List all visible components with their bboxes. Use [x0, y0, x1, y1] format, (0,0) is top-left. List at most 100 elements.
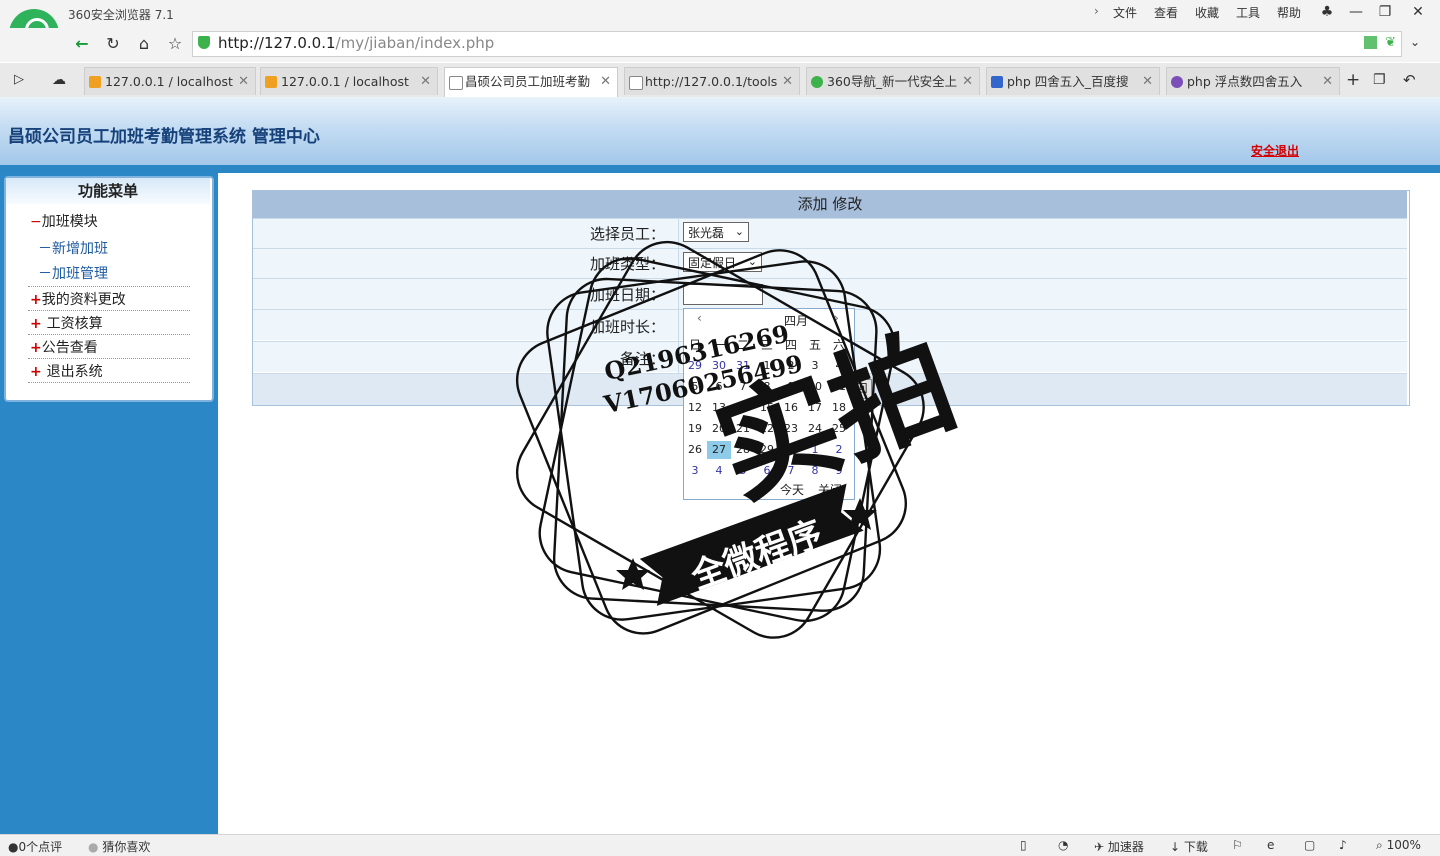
- address-dropdown-icon[interactable]: ⌄: [1410, 35, 1420, 49]
- tab-close-icon[interactable]: ✕: [962, 68, 973, 95]
- tab-tools[interactable]: http://127.0.0.1/tools ✕: [624, 67, 800, 95]
- qrcode-icon[interactable]: [1364, 36, 1377, 49]
- sound-icon[interactable]: ♪: [1339, 838, 1347, 852]
- chevron-right-icon[interactable]: ›: [1094, 4, 1099, 18]
- calendar-day[interactable]: 20: [707, 420, 731, 438]
- calendar-day[interactable]: 29: [755, 441, 779, 459]
- menu-group-jiaban[interactable]: −加班模块: [30, 211, 98, 231]
- calendar-day[interactable]: 7: [731, 378, 755, 396]
- calendar-day[interactable]: 3: [683, 462, 707, 480]
- menu-file[interactable]: 文件: [1113, 4, 1137, 21]
- calendar-day[interactable]: 24: [803, 420, 827, 438]
- overtime-type-select[interactable]: 固定假日 ⌄: [683, 252, 762, 272]
- calendar-day[interactable]: 13: [707, 399, 731, 417]
- calendar-day[interactable]: 9: [827, 462, 851, 480]
- calendar-day[interactable]: 28: [731, 441, 755, 459]
- calendar-day[interactable]: 4: [707, 462, 731, 480]
- restore-icon[interactable]: ❐: [1374, 2, 1396, 22]
- back-icon[interactable]: ←: [71, 33, 93, 55]
- undo-close-icon[interactable]: ↶: [1403, 71, 1416, 89]
- new-tab-icon[interactable]: +: [1346, 70, 1360, 90]
- calendar-today-button[interactable]: 今天: [780, 481, 804, 498]
- download-button[interactable]: ↓ 下载: [1170, 838, 1208, 855]
- calendar-day[interactable]: 9: [779, 378, 803, 396]
- calendar-day[interactable]: 7: [779, 462, 803, 480]
- calendar-day[interactable]: 1: [803, 441, 827, 459]
- calendar-day[interactable]: 26: [683, 441, 707, 459]
- skin-icon[interactable]: ♣: [1316, 2, 1338, 22]
- security-shield-icon[interactable]: [198, 36, 210, 49]
- calendar-day[interactable]: 22: [755, 420, 779, 438]
- guess-you-like[interactable]: ● 猜你喜欢: [88, 838, 150, 855]
- calendar-day[interactable]: 12: [683, 399, 707, 417]
- tab-close-icon[interactable]: ✕: [238, 68, 249, 95]
- calendar-day[interactable]: 5: [731, 462, 755, 480]
- logout-link[interactable]: 安全退出: [1251, 142, 1299, 159]
- calendar-day[interactable]: 2: [779, 357, 803, 375]
- calendar-day[interactable]: 3: [803, 357, 827, 375]
- calendar-day[interactable]: 19: [683, 420, 707, 438]
- calendar-day[interactable]: 6: [755, 462, 779, 480]
- close-window-icon[interactable]: ✕: [1407, 2, 1429, 22]
- tab-close-icon[interactable]: ✕: [782, 68, 793, 95]
- return-button[interactable]: 回: [852, 379, 872, 399]
- calendar-day[interactable]: 10: [803, 378, 827, 396]
- menu-tools[interactable]: 工具: [1236, 4, 1260, 21]
- tab-php-float[interactable]: php 浮点数四舍五入 ✕: [1166, 67, 1340, 95]
- employee-select[interactable]: 张光磊 ⌄: [683, 222, 749, 242]
- calendar-day[interactable]: 30: [707, 357, 731, 375]
- overtime-date-input[interactable]: [683, 284, 763, 305]
- zoom-control[interactable]: ⌕ 100%: [1376, 838, 1421, 853]
- menu-item-add-jiaban[interactable]: －新增加班: [38, 238, 108, 258]
- calendar-day[interactable]: 2: [827, 441, 851, 459]
- calendar-day[interactable]: 29: [683, 357, 707, 375]
- menu-help[interactable]: 帮助: [1277, 4, 1301, 21]
- tab-baidu-search[interactable]: php 四舍五入_百度搜 ✕: [986, 67, 1160, 95]
- calendar-day[interactable]: 18: [827, 399, 851, 417]
- menu-favorites[interactable]: 收藏: [1195, 4, 1219, 21]
- home-icon[interactable]: ⌂: [133, 33, 155, 55]
- tab-phpmyadmin-2[interactable]: 127.0.0.1 / localhost ✕: [260, 67, 438, 95]
- menu-view[interactable]: 查看: [1154, 4, 1178, 21]
- tab-close-icon[interactable]: ✕: [1142, 68, 1153, 95]
- calendar-day[interactable]: 17: [803, 399, 827, 417]
- comments-status[interactable]: ●0个点评: [8, 838, 62, 855]
- next-month-icon[interactable]: ›: [834, 311, 839, 325]
- tab-close-icon[interactable]: ✕: [420, 68, 431, 95]
- calendar-day[interactable]: 4: [827, 357, 851, 375]
- calendar-day[interactable]: 8: [803, 462, 827, 480]
- calendar-day[interactable]: 11: [827, 378, 851, 396]
- menu-item-salary[interactable]: + 工资核算: [30, 313, 103, 333]
- calendar-day[interactable]: 14: [731, 399, 755, 417]
- prev-month-icon[interactable]: ‹: [697, 311, 702, 325]
- favorite-star-icon[interactable]: ☆: [164, 33, 186, 55]
- tab-360-nav[interactable]: 360导航_新一代安全上 ✕: [806, 67, 980, 95]
- calendar-day[interactable]: 27: [707, 441, 731, 459]
- flag-icon[interactable]: ⚐: [1232, 838, 1243, 852]
- ie-icon[interactable]: e: [1267, 838, 1274, 852]
- menu-item-exit[interactable]: + 退出系统: [30, 361, 103, 381]
- minimize-icon[interactable]: —: [1345, 2, 1367, 22]
- calendar-day[interactable]: 5: [683, 378, 707, 396]
- tab-jiaban-system[interactable]: 昌硕公司员工加班考勤 ✕: [444, 67, 618, 97]
- tab-list-icon[interactable]: ❐: [1373, 72, 1386, 88]
- sidebar-toggle-icon[interactable]: ▷: [14, 72, 24, 87]
- speed-icon[interactable]: ◔: [1058, 838, 1068, 852]
- calendar-day[interactable]: 6: [707, 378, 731, 396]
- calendar-day[interactable]: 1: [755, 357, 779, 375]
- menu-item-notice[interactable]: +公告查看: [30, 337, 98, 357]
- leaf-icon[interactable]: ❦: [1385, 35, 1396, 50]
- calendar-day[interactable]: 8: [755, 378, 779, 396]
- refresh-icon[interactable]: ↻: [102, 33, 124, 55]
- menu-item-profile[interactable]: +我的资料更改: [30, 289, 126, 309]
- window-icon[interactable]: ▢: [1304, 838, 1315, 852]
- calendar-day[interactable]: 30: [779, 441, 803, 459]
- menu-item-manage-jiaban[interactable]: －加班管理: [38, 263, 108, 283]
- tab-close-icon[interactable]: ✕: [1322, 68, 1333, 95]
- calendar-day[interactable]: 25: [827, 420, 851, 438]
- calendar-day[interactable]: 31: [731, 357, 755, 375]
- tab-phpmyadmin-1[interactable]: 127.0.0.1 / localhost ✕: [84, 67, 256, 95]
- calendar-day[interactable]: 16: [779, 399, 803, 417]
- calendar-close-button[interactable]: 关闭: [818, 481, 842, 498]
- cloud-icon[interactable]: ☁: [52, 72, 66, 88]
